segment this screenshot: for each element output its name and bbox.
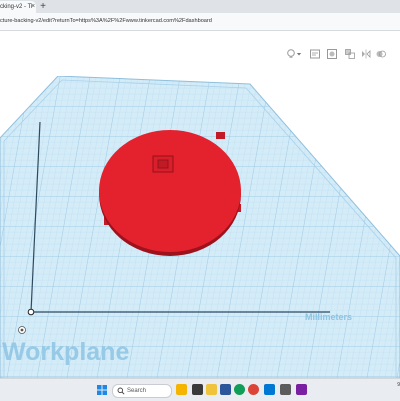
group-icon[interactable] xyxy=(375,48,387,60)
new-tab-button[interactable]: + xyxy=(38,1,48,12)
browser-tab-title: cking-v2 - Ti xyxy=(0,4,33,10)
url-field[interactable]: cture-backing-v2/edit?returnTo=https%3A%… xyxy=(0,16,330,27)
workplane-canvas[interactable]: Workplane Millimeters xyxy=(0,76,400,378)
dropdown-caret-icon[interactable] xyxy=(296,48,302,60)
file-explorer-icon[interactable] xyxy=(206,384,217,395)
search-icon xyxy=(117,387,125,395)
app-icon[interactable] xyxy=(296,384,307,395)
editor-toolbar xyxy=(0,31,400,76)
units-label[interactable]: Millimeters xyxy=(305,312,352,322)
mirror-icon[interactable] xyxy=(360,48,372,60)
chrome-browser-icon[interactable] xyxy=(248,384,259,395)
align-icon[interactable] xyxy=(344,48,356,60)
widgets-icon[interactable] xyxy=(176,384,187,395)
workplane-label: Workplane xyxy=(2,338,129,366)
workplane-view[interactable]: Workplane Millimeters xyxy=(0,76,400,378)
task-view-icon[interactable] xyxy=(192,384,203,395)
close-icon[interactable]: × xyxy=(29,3,36,11)
terminal-icon[interactable] xyxy=(280,384,291,395)
windows-start-icon[interactable] xyxy=(97,385,107,395)
taskbar-search-label: Search xyxy=(127,388,147,394)
address-bar: cture-backing-v2/edit?returnTo=https%3A%… xyxy=(0,13,400,31)
taskbar: Search 9 xyxy=(0,378,400,401)
shape-outline-icon[interactable] xyxy=(326,48,338,60)
snap-origin-icon[interactable] xyxy=(18,326,26,334)
browser-tab[interactable]: cking-v2 - Ti × xyxy=(0,1,36,13)
disc-shape[interactable] xyxy=(99,130,241,256)
edge-browser-icon[interactable] xyxy=(234,384,245,395)
taskbar-search[interactable]: Search xyxy=(112,384,172,398)
browser-tab-strip: cking-v2 - Ti × + xyxy=(0,0,400,13)
hole-cutout[interactable] xyxy=(152,155,174,173)
note-icon[interactable] xyxy=(309,48,321,60)
mail-icon[interactable] xyxy=(220,384,231,395)
store-icon[interactable] xyxy=(264,384,275,395)
